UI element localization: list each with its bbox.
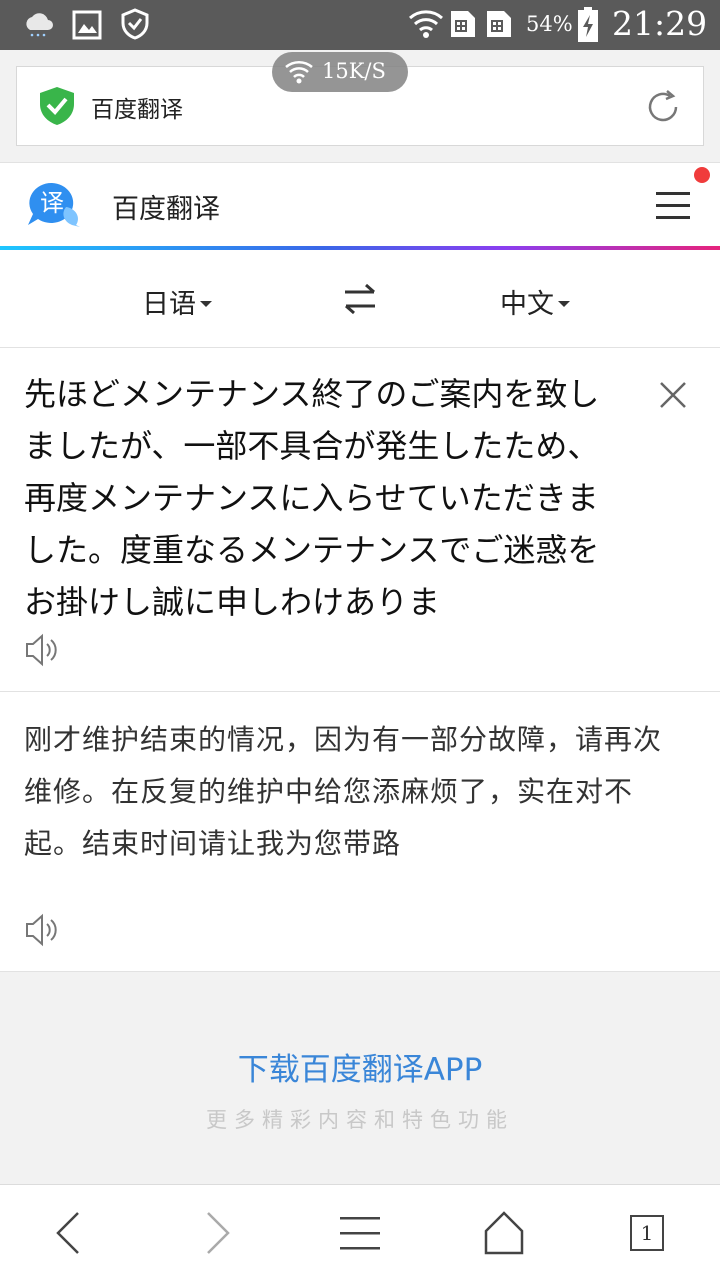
clear-text-icon[interactable] [656, 378, 690, 412]
target-language-dropdown[interactable]: 中文 [500, 282, 570, 321]
source-language-label: 日语 [142, 289, 196, 320]
target-language-label: 中文 [500, 289, 554, 320]
forward-arrow-icon[interactable] [190, 1207, 242, 1259]
browser-bottom-nav: 1 [0, 1184, 720, 1280]
app-header: 译 百度翻译 [0, 162, 720, 250]
wifi-icon [285, 60, 313, 84]
screen: 54% 21:29 百度翻译 15K/S 译 百度翻译 日语 中文 先ほどメンテ… [0, 0, 720, 1280]
speaker-icon[interactable] [24, 632, 60, 668]
source-input-panel: 先ほどメンテナンス終了のご案内を致しましたが、一部不具合が発生したため、再度メン… [0, 348, 720, 692]
baidu-translate-logo-icon: 译 [28, 182, 80, 227]
clock: 21:29 [612, 4, 708, 43]
battery-charging-icon [578, 7, 598, 42]
image-icon [72, 10, 102, 40]
menu-icon[interactable] [334, 1207, 386, 1259]
app-title: 百度翻译 [112, 194, 220, 225]
cloud-rain-icon [26, 13, 53, 37]
chevron-down-icon [558, 300, 570, 307]
status-bar: 54% 21:29 [0, 0, 720, 50]
network-speed-text: 15K/S [322, 59, 386, 83]
network-speed-badge: 15K/S [272, 52, 408, 92]
sim-card-icon [487, 11, 511, 37]
translation-result-panel: 刚才维护结束的情况，因为有一部分故障，请再次维修。在反复的维护中给您添麻烦了，实… [0, 692, 720, 972]
sim-card-icon [451, 11, 475, 37]
refresh-icon[interactable] [643, 87, 683, 127]
language-selector: 日语 中文 [0, 250, 720, 348]
speaker-icon[interactable] [24, 912, 60, 948]
download-app-link[interactable]: 下载百度翻译APP [0, 1044, 720, 1089]
wifi-icon [409, 10, 443, 38]
tabs-count-button[interactable]: 1 [630, 1215, 664, 1251]
home-icon[interactable] [478, 1207, 530, 1259]
translation-result-text: 刚才维护结束的情况，因为有一部分故障，请再次维修。在反复的维护中给您添麻烦了，实… [24, 723, 663, 860]
chevron-down-icon [200, 300, 212, 307]
browser-address-bar: 百度翻译 15K/S [0, 50, 720, 162]
notification-dot [694, 167, 710, 183]
battery-percent: 54% [526, 12, 573, 36]
swap-languages-icon[interactable] [342, 282, 378, 316]
shield-check-icon [121, 8, 149, 40]
hamburger-menu-icon[interactable] [654, 189, 694, 223]
secure-shield-icon [40, 87, 74, 125]
site-name: 百度翻译 [91, 97, 183, 123]
source-text-input[interactable]: 先ほどメンテナンス終了のご案内を致しましたが、一部不具合が発生したため、再度メン… [24, 368, 614, 618]
svg-text:译: 译 [40, 189, 64, 217]
download-app-subtitle: 更多精彩内容和特色功能 [206, 1108, 514, 1132]
source-language-dropdown[interactable]: 日语 [142, 282, 212, 321]
back-arrow-icon[interactable] [44, 1207, 96, 1259]
